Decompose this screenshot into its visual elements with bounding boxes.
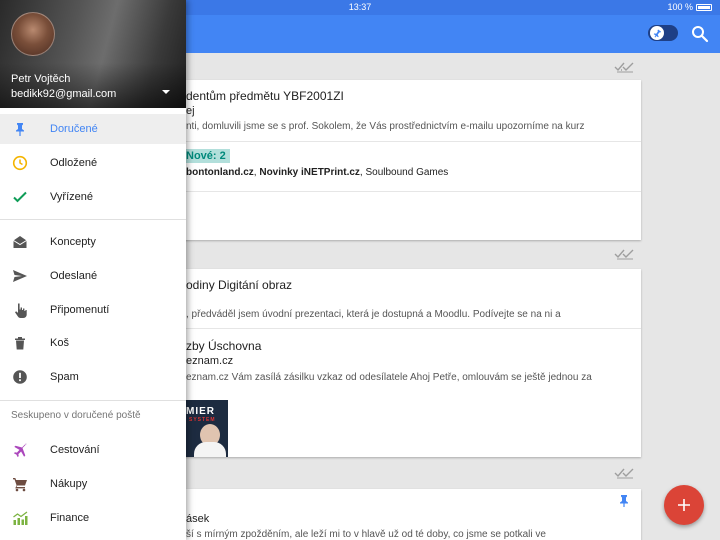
email-snippet: eznam.cz Vám zasílá zásilku vzkaz od ode… [186, 372, 592, 383]
account-name: Petr Vojtěch [11, 73, 71, 85]
email-snippet: ší s mírným zpožděním, ale leží mi to v … [186, 529, 546, 540]
compose-button[interactable] [664, 485, 704, 525]
battery-status: 100 % [667, 2, 712, 12]
nav-label: Cestování [50, 444, 100, 456]
nav-item-reminders[interactable]: Připomenutí [0, 295, 186, 325]
account-header: Petr Vojtěch bedikk92@gmail.com [0, 0, 186, 108]
nav-label: Spam [50, 371, 79, 383]
drafts-icon [13, 236, 27, 248]
avatar[interactable] [11, 12, 55, 56]
nav-item-drafts[interactable]: Koncepty [0, 227, 186, 257]
sweep-done-icon[interactable] [614, 467, 634, 479]
caret-down-icon[interactable] [161, 88, 171, 96]
email-subject: odiny Digitání obraz [186, 278, 293, 292]
battery-icon [696, 3, 712, 11]
email-subject: ásek [186, 513, 210, 525]
email-sender: ej [186, 105, 195, 117]
nav-label: Připomenutí [50, 304, 110, 316]
reminder-hand-icon [15, 303, 27, 318]
thumbnail-brand-sub: SYSTEM [189, 417, 216, 423]
nav-item-inbox[interactable]: Doručené [0, 114, 186, 144]
pin-icon [650, 26, 664, 40]
pinned-icon [620, 495, 628, 507]
navigation-drawer: Petr Vojtěch bedikk92@gmail.com Doručené… [0, 0, 186, 540]
airplane-icon [13, 443, 27, 458]
new-count-badge: Nové: 2 [182, 149, 230, 163]
nav-label: Vyřízené [50, 191, 94, 203]
email-snippet: nti, domluvili jsme se s prof. Sokolem, … [186, 121, 585, 132]
nav-label: Odložené [50, 157, 98, 169]
nav-label: Finance [50, 512, 90, 524]
pin-icon [16, 123, 24, 136]
bundles-header: Seskupeno v doručené poště [11, 410, 141, 421]
nav-label: Nákupy [50, 478, 88, 490]
nav-item-purchases[interactable]: Nákupy [0, 469, 186, 499]
send-icon [13, 270, 27, 282]
battery-percent: 100 % [667, 2, 693, 12]
bundle-senders: bontonland.cz, Novinky iNETPrint.cz, Sou… [186, 167, 449, 178]
sweep-done-icon[interactable] [614, 61, 634, 73]
trash-icon [15, 337, 25, 350]
nav-item-snoozed[interactable]: Odložené [0, 148, 186, 178]
attachment-thumbnail[interactable]: MIER SYSTEM [186, 400, 228, 457]
nav-item-sent[interactable]: Odeslané [0, 261, 186, 291]
nav-item-finance[interactable]: Finance [0, 503, 186, 533]
sweep-done-icon[interactable] [614, 248, 634, 260]
nav-label: Odeslané [50, 270, 98, 282]
clock-icon [12, 155, 28, 171]
nav-label: Koš [50, 337, 69, 349]
nav-item-travel[interactable]: Cestování [0, 435, 186, 465]
nav-item-spam[interactable]: Spam [0, 362, 186, 392]
pinned-toggle[interactable] [648, 25, 678, 41]
chart-icon [13, 511, 28, 525]
thumbnail-body [194, 442, 226, 457]
email-subject: dentům předmětu YBF2001ZI [186, 89, 344, 103]
divider [0, 400, 186, 401]
plus-icon [678, 499, 690, 511]
thumbnail-brand: MIER [186, 406, 215, 417]
email-subject: zby Úschovna [186, 339, 262, 353]
email-sender: eznam.cz [186, 355, 234, 367]
nav-label: Koncepty [50, 236, 96, 248]
divider [0, 219, 186, 220]
check-icon [13, 191, 27, 203]
nav-item-trash[interactable]: Koš [0, 328, 186, 358]
search-icon[interactable] [690, 24, 710, 44]
email-snippet: , předváděl jsem úvodní prezentaci, kter… [186, 309, 561, 320]
nav-label: Doručené [50, 123, 98, 135]
cart-icon [13, 478, 27, 492]
spam-icon [13, 370, 27, 384]
account-email: bedikk92@gmail.com [11, 88, 117, 100]
nav-item-done[interactable]: Vyřízené [0, 182, 186, 212]
